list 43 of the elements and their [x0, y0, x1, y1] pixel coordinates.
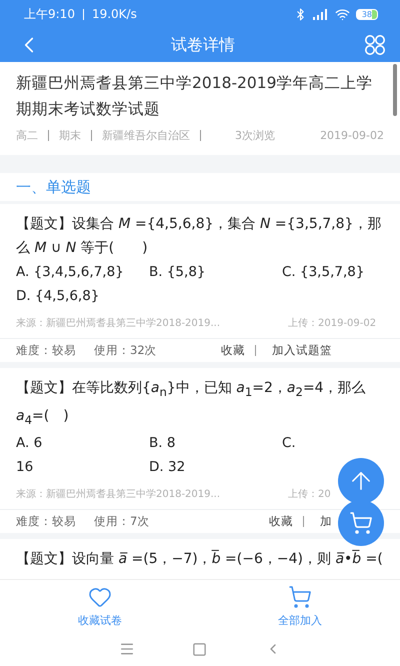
page-title: 试卷详情: [171, 34, 235, 56]
signal-icon: [312, 8, 329, 20]
add-to-basket-link[interactable]: 加: [320, 514, 332, 530]
answer-option: C. {3,5,7,8}: [282, 260, 384, 284]
difficulty-label: 难度：较易: [16, 343, 76, 358]
paper-tag: 高二: [16, 128, 38, 143]
paper-tag: 新疆维吾尔自治区: [102, 128, 190, 143]
view-count: 3次浏览: [235, 128, 275, 143]
paper-tag: 期末: [59, 128, 81, 143]
usage-count: 使用：32次: [94, 343, 157, 358]
scrollbar: [393, 64, 397, 116]
answer-option: 16: [16, 455, 149, 480]
cart-icon: [349, 511, 373, 535]
section-title: 一、单选题: [16, 178, 91, 197]
difficulty-label: 难度：较易: [16, 514, 76, 530]
answer-option: A. {3,4,5,6,7,8}: [16, 260, 149, 284]
question-text: 【题文】在等比数列{a$_{n}$}中，已知 a$_{1}$=2，a$_{2}$=4，那么 a$_{4}$=( ): [16, 378, 367, 428]
favorite-link[interactable]: 收藏: [269, 514, 293, 530]
answer-option: D. {4,5,6,8}: [16, 284, 149, 308]
network-speed: 19.0K/s: [92, 7, 137, 21]
cart-icon: [288, 584, 312, 608]
usage-count: 使用：7次: [94, 514, 150, 530]
battery-level: 38: [356, 8, 378, 20]
answer-option: C.: [282, 431, 384, 456]
upload-date: 上传：2019-09-02: [288, 316, 378, 330]
source-text: 来源：新疆巴州焉耆县第三中学2018-2019...: [16, 316, 220, 330]
upload-date: 上传：20: [288, 488, 332, 502]
status-time: 上午9:10: [24, 6, 75, 22]
question-text: 【题文】设向量 a̅ =(5，−7)，b̅ =(−6，−4)，则 a̅•b̅ =(: [16, 549, 384, 570]
home-icon[interactable]: [192, 642, 208, 656]
source-text: 来源：新疆巴州焉耆县第三中学2018-2019...: [16, 488, 220, 502]
paper-title: 新疆巴州焉耆县第三中学2018-2019学年高二上学期期末考试数学试题: [16, 73, 374, 120]
wifi-icon: [334, 6, 350, 22]
question-text: 【题文】设集合 M ={4,5,6,8}，集合 N ={3,5,7,8}，那么 M ∪ N 等于( ): [16, 215, 382, 258]
answer-option: B. {5,8}: [149, 260, 282, 284]
add-to-basket-link[interactable]: 加入试题篮: [272, 343, 332, 358]
answer-option: A. 6: [16, 431, 149, 456]
paper-date: 2019-09-02: [320, 129, 384, 142]
grid-icon[interactable]: [364, 34, 386, 56]
menu-icon[interactable]: [118, 641, 135, 657]
answer-option: B. 8: [149, 431, 282, 456]
favorite-link[interactable]: 收藏: [221, 343, 245, 358]
answer-option: D. 32: [149, 455, 282, 480]
